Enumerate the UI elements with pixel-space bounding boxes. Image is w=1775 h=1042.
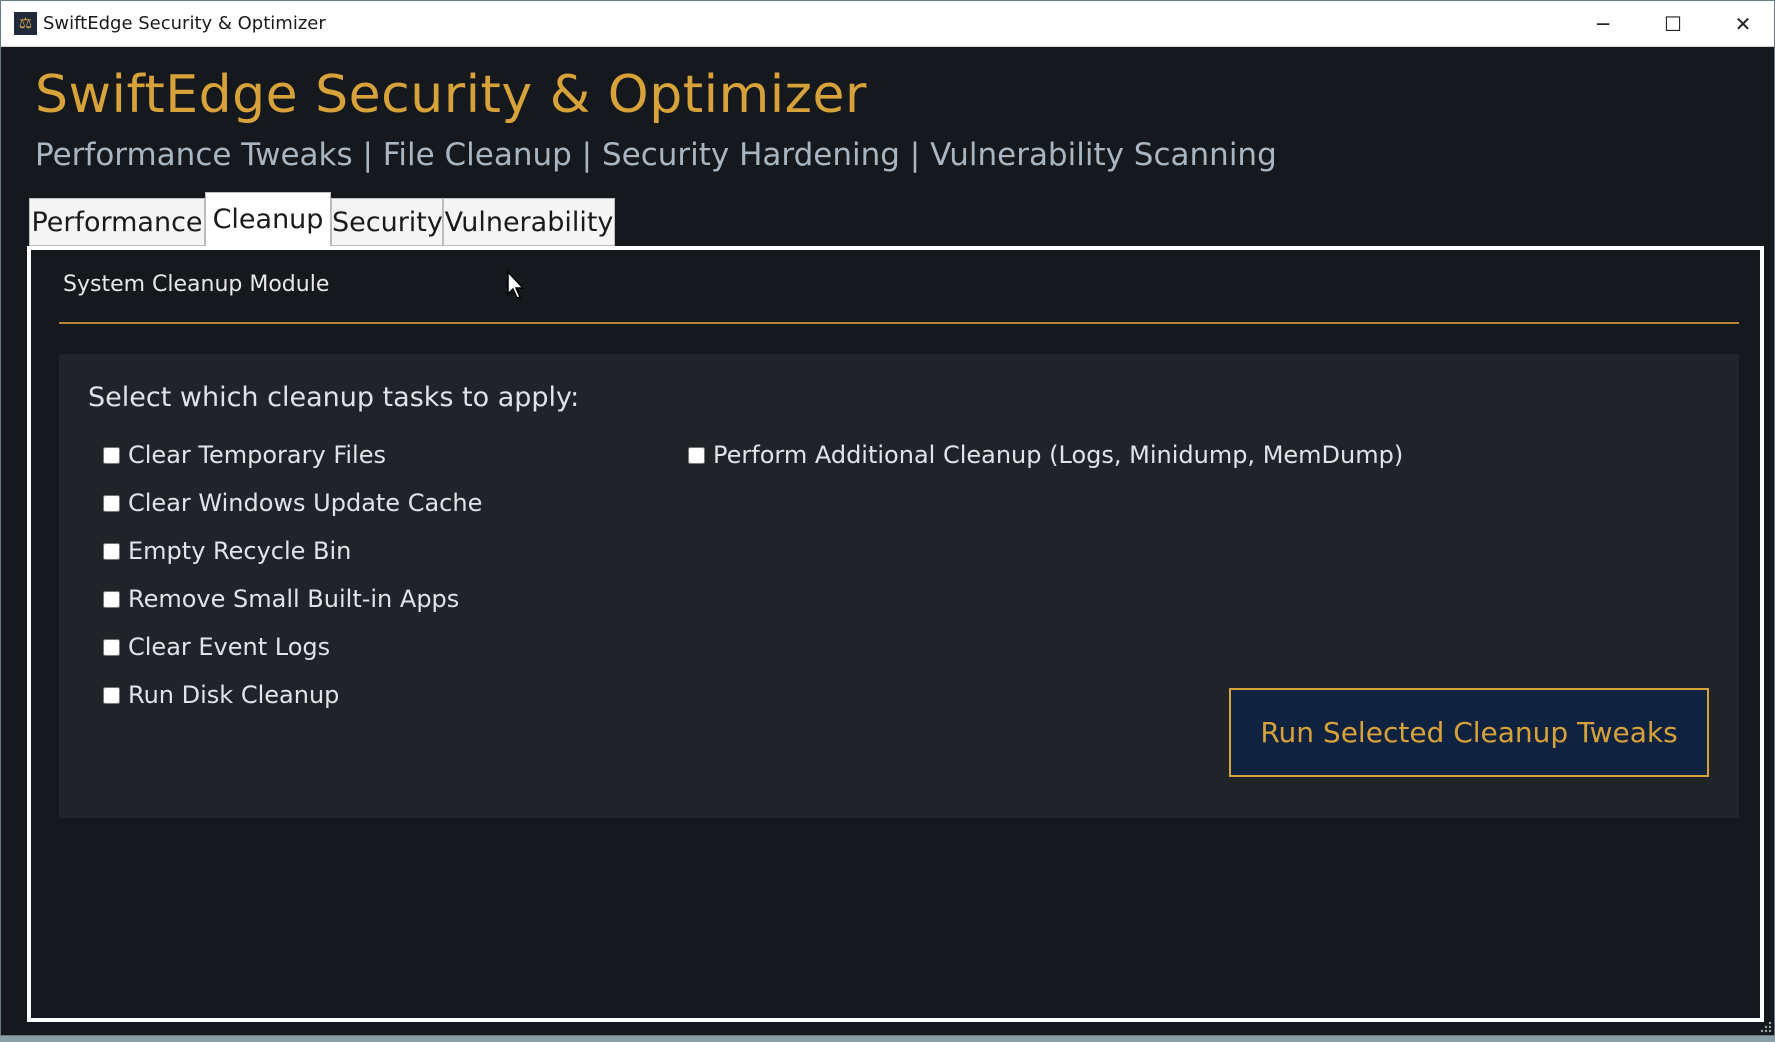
task-label: Clear Windows Update Cache	[128, 489, 483, 517]
task-checkbox[interactable]	[103, 638, 120, 656]
task-checkbox[interactable]	[103, 494, 120, 512]
task-label: Remove Small Built-in Apps	[128, 585, 460, 613]
tab-performance[interactable]: Performance	[29, 198, 205, 246]
task-clear-event-logs[interactable]: Clear Event Logs	[103, 630, 330, 664]
mouse-cursor-icon	[507, 271, 525, 299]
task-checkbox[interactable]	[103, 590, 120, 608]
task-label: Empty Recycle Bin	[128, 537, 352, 565]
module-divider	[59, 322, 1739, 324]
task-checkbox[interactable]	[103, 542, 120, 560]
run-cleanup-button[interactable]: Run Selected Cleanup Tweaks	[1229, 688, 1709, 777]
cleanup-heading: Select which cleanup tasks to apply:	[88, 382, 580, 413]
title-bar[interactable]: ⚖ SwiftEdge Security & Optimizer ─ ☐ ✕	[1, 1, 1774, 47]
resize-grip-icon[interactable]	[1758, 1019, 1772, 1033]
task-clear-update-cache[interactable]: Clear Windows Update Cache	[103, 486, 482, 520]
window-title: SwiftEdge Security & Optimizer	[43, 13, 326, 34]
task-checkbox[interactable]	[103, 446, 120, 464]
task-label: Clear Temporary Files	[128, 441, 386, 469]
task-label: Run Disk Cleanup	[128, 681, 340, 709]
tab-vulnerability[interactable]: Vulnerability	[443, 198, 615, 246]
maximize-button[interactable]: ☐	[1638, 1, 1708, 47]
app-window: ⚖ SwiftEdge Security & Optimizer ─ ☐ ✕ S…	[0, 0, 1775, 1036]
cleanup-options-card: Select which cleanup tasks to apply: Cle…	[59, 354, 1739, 818]
task-remove-builtin-apps[interactable]: Remove Small Built-in Apps	[103, 582, 459, 616]
task-run-disk-cleanup[interactable]: Run Disk Cleanup	[103, 678, 339, 712]
task-label: Perform Additional Cleanup (Logs, Minidu…	[713, 441, 1404, 469]
task-checkbox[interactable]	[103, 686, 120, 704]
shield-icon: ⚖	[14, 12, 37, 35]
cleanup-panel: System Cleanup Module Select which clean…	[27, 246, 1764, 1022]
tab-cleanup[interactable]: Cleanup	[205, 192, 331, 248]
app-subtitle: Performance Tweaks | File Cleanup | Secu…	[35, 137, 1277, 173]
task-label: Clear Event Logs	[128, 633, 331, 661]
close-button[interactable]: ✕	[1708, 1, 1775, 47]
task-clear-temp-files[interactable]: Clear Temporary Files	[103, 438, 386, 472]
app-title: SwiftEdge Security & Optimizer	[35, 65, 867, 125]
task-additional-cleanup[interactable]: Perform Additional Cleanup (Logs, Minidu…	[688, 438, 1403, 472]
task-checkbox[interactable]	[688, 446, 705, 464]
task-empty-recycle-bin[interactable]: Empty Recycle Bin	[103, 534, 351, 568]
tab-security[interactable]: Security	[331, 198, 443, 246]
minimize-button[interactable]: ─	[1568, 1, 1638, 47]
module-title: System Cleanup Module	[63, 272, 330, 297]
